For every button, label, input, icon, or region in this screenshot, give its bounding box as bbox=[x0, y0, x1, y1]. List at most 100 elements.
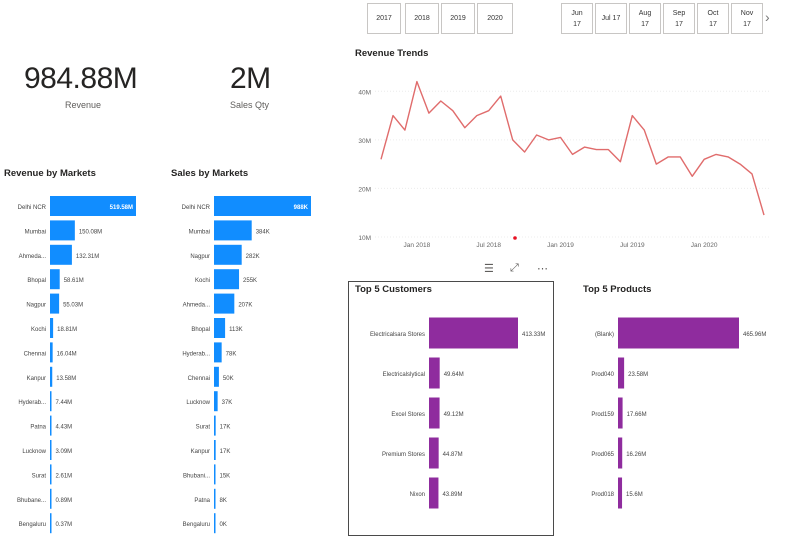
chevron-right-icon[interactable]: › bbox=[765, 9, 770, 25]
focus-mode-icon[interactable]: ⤢ bbox=[510, 262, 519, 275]
bar bbox=[214, 342, 222, 363]
revenue-value: 984.88M bbox=[24, 62, 138, 95]
sales-qty-value: 2M bbox=[230, 62, 271, 95]
month-year-label: 17 bbox=[641, 20, 649, 28]
month-button-jul-17[interactable]: Jul 17 bbox=[595, 3, 627, 34]
data-label: 282K bbox=[246, 254, 260, 260]
data-label: 7.44M bbox=[56, 400, 73, 406]
data-label: 0.89M bbox=[56, 498, 73, 504]
category-label: Premium Stores bbox=[382, 452, 425, 458]
category-label: Electricalslytical bbox=[383, 372, 425, 378]
month-label: Jun bbox=[571, 9, 583, 17]
bar bbox=[214, 293, 235, 314]
category-label: Bhopal bbox=[191, 327, 210, 333]
category-label: Ahmeda... bbox=[183, 303, 211, 309]
y-tick-label: 20M bbox=[358, 186, 371, 193]
data-label: 17K bbox=[220, 425, 231, 431]
month-year-label: 17 bbox=[675, 20, 683, 28]
data-label: 17.66M bbox=[627, 412, 647, 418]
category-label: Hyderab... bbox=[182, 351, 210, 357]
data-label: 15K bbox=[220, 473, 231, 479]
data-label: 0.37M bbox=[56, 522, 73, 528]
year-button-2018[interactable]: 2018 bbox=[405, 3, 439, 34]
bar bbox=[618, 437, 623, 469]
bar bbox=[50, 391, 52, 412]
bar bbox=[50, 366, 53, 387]
revenue-by-markets-chart: Delhi NCR 519.58M Mumbai 150.08M Ahmeda... 13… bbox=[17, 196, 136, 534]
data-label: 0K bbox=[220, 522, 227, 528]
year-label: 2019 bbox=[450, 15, 466, 22]
data-label: 207K bbox=[238, 303, 252, 309]
bar bbox=[429, 437, 439, 469]
revenue-line bbox=[380, 80, 765, 216]
data-label: 15.6M bbox=[626, 492, 643, 498]
data-label: 3.09M bbox=[56, 449, 73, 455]
year-button-2019[interactable]: 2019 bbox=[441, 3, 475, 34]
data-label: 37K bbox=[222, 400, 233, 406]
category-label: Lucknow bbox=[22, 449, 46, 455]
bar bbox=[50, 342, 53, 363]
bar bbox=[50, 415, 52, 436]
bar bbox=[214, 366, 219, 387]
bar bbox=[50, 244, 72, 265]
year-button-2020[interactable]: 2020 bbox=[477, 3, 513, 34]
category-label: Chennai bbox=[188, 376, 210, 382]
category-label: Bhopal bbox=[27, 278, 46, 284]
x-tick-label: Jul 2019 bbox=[620, 242, 645, 249]
data-label: 8K bbox=[220, 498, 227, 504]
bar bbox=[214, 318, 226, 338]
data-label: 4.43M bbox=[56, 425, 73, 431]
category-label: Patna bbox=[30, 425, 46, 431]
data-label: 255K bbox=[243, 278, 257, 284]
category-label: Nixon bbox=[410, 492, 425, 498]
category-label: Nagpur bbox=[190, 254, 210, 260]
bar bbox=[214, 391, 218, 412]
data-label: 384K bbox=[256, 229, 270, 235]
month-year-label: 17 bbox=[709, 20, 717, 28]
year-button-2017[interactable]: 2017 bbox=[367, 3, 401, 34]
bar bbox=[214, 464, 216, 485]
bar bbox=[618, 317, 739, 349]
bar bbox=[618, 477, 623, 509]
category-label: Mumbai bbox=[25, 229, 46, 235]
month-label: Oct bbox=[707, 9, 719, 17]
month-button-sep-17[interactable]: Sep 17 bbox=[663, 3, 695, 34]
category-label: Lucknow bbox=[186, 400, 210, 406]
revenue-label: Revenue bbox=[65, 100, 102, 110]
category-label: Bengaluru bbox=[19, 522, 46, 528]
filter-icon[interactable]: ☰ bbox=[484, 262, 494, 275]
data-label: 49.64M bbox=[444, 372, 464, 378]
month-button-oct-17[interactable]: Oct 17 bbox=[697, 3, 729, 34]
sales-by-markets-title: Sales by Markets bbox=[171, 168, 249, 179]
y-tick-label: 40M bbox=[358, 89, 371, 96]
bar bbox=[214, 488, 216, 509]
month-button-jun-17[interactable]: Jun 17 bbox=[561, 3, 593, 34]
category-label: Excel Stores bbox=[391, 412, 425, 418]
bar bbox=[214, 269, 240, 290]
bar bbox=[429, 357, 440, 389]
category-label: Bengaluru bbox=[183, 522, 210, 528]
top-products-title: Top 5 Products bbox=[583, 284, 652, 295]
month-year-label: 17 bbox=[743, 20, 751, 28]
data-label: 23.58M bbox=[628, 372, 648, 378]
month-button-aug-17[interactable]: Aug 17 bbox=[629, 3, 661, 34]
category-label: Mumbai bbox=[189, 229, 210, 235]
bar bbox=[618, 397, 623, 429]
category-label: Surat bbox=[196, 425, 211, 431]
revenue-trends-chart: 10M 20M 30M 40M Jan 2018 Jul 2018 Jan 2019 Jul … bbox=[358, 80, 770, 249]
bar bbox=[214, 513, 216, 534]
month-button-nov-17[interactable]: Nov 17 bbox=[731, 3, 763, 34]
category-label: Bhubane... bbox=[17, 498, 46, 504]
scroll-indicator-dot bbox=[513, 236, 517, 240]
bar bbox=[50, 220, 75, 241]
data-label: 988K bbox=[294, 205, 309, 211]
bar bbox=[429, 397, 440, 429]
category-label: Prod040 bbox=[591, 372, 614, 378]
bar bbox=[50, 440, 52, 460]
category-label: Prod065 bbox=[591, 452, 614, 458]
top-customers-chart: Electricalsara Stores 413.33M Electricalsl… bbox=[370, 317, 545, 509]
data-label: 50K bbox=[223, 376, 234, 382]
category-label: Surat bbox=[32, 473, 47, 479]
top-products-chart: (Blank) 465.96M Prod040 23.58M Prod159 17.66M… bbox=[591, 317, 766, 509]
more-options-icon[interactable]: ⋯ bbox=[537, 262, 548, 275]
